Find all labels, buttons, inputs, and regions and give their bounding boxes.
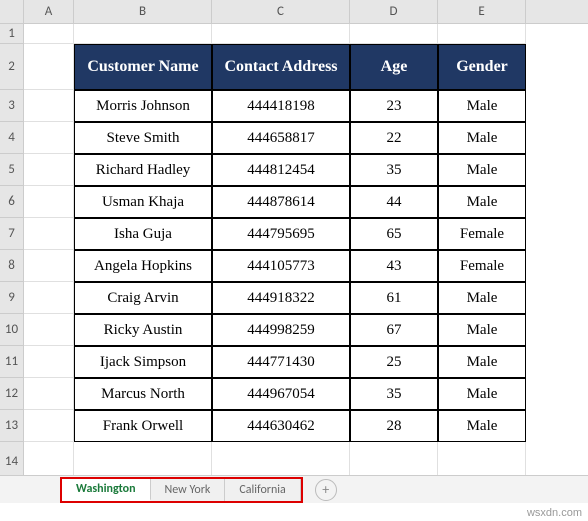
table-row[interactable]: 3 Morris Johnson 444418198 23 Male xyxy=(0,90,588,122)
row-header-8[interactable]: 8 xyxy=(0,250,24,282)
select-all-corner[interactable] xyxy=(0,0,24,23)
header-customer-name[interactable]: Customer Name xyxy=(74,44,212,90)
cell-contact[interactable]: 444418198 xyxy=(212,90,350,122)
row-1[interactable]: 1 xyxy=(0,24,588,44)
cell-age[interactable]: 61 xyxy=(350,282,438,314)
cell-age[interactable]: 25 xyxy=(350,346,438,378)
cell-contact[interactable]: 444998259 xyxy=(212,314,350,346)
cell-name[interactable]: Steve Smith xyxy=(74,122,212,154)
plus-icon: + xyxy=(322,481,329,498)
table-row[interactable]: 4 Steve Smith 444658817 22 Male xyxy=(0,122,588,154)
cell-gender[interactable]: Male xyxy=(438,378,526,410)
highlighted-tabs: Washington New York California xyxy=(60,477,303,503)
tab-california[interactable]: California xyxy=(225,479,300,501)
cell-gender[interactable]: Male xyxy=(438,90,526,122)
cell-gender[interactable]: Female xyxy=(438,250,526,282)
table-row[interactable]: 8 Angela Hopkins 444105773 43 Female xyxy=(0,250,588,282)
row-header-2[interactable]: 2 xyxy=(0,44,24,90)
header-gender[interactable]: Gender xyxy=(438,44,526,90)
header-age[interactable]: Age xyxy=(350,44,438,90)
cell-age[interactable]: 44 xyxy=(350,186,438,218)
cell-age[interactable]: 65 xyxy=(350,218,438,250)
sheet-tabs-bar: Washington New York California + xyxy=(0,475,588,503)
cell-contact[interactable]: 444878614 xyxy=(212,186,350,218)
cell-gender[interactable]: Male xyxy=(438,282,526,314)
row-header-12[interactable]: 12 xyxy=(0,378,24,410)
table-row[interactable]: 12 Marcus North 444967054 35 Male xyxy=(0,378,588,410)
cell-age[interactable]: 22 xyxy=(350,122,438,154)
cell-name[interactable]: Isha Guja xyxy=(74,218,212,250)
cell-gender[interactable]: Male xyxy=(438,122,526,154)
cell-contact[interactable]: 444918322 xyxy=(212,282,350,314)
spreadsheet-grid[interactable]: A B C D E 1 2 Customer Name Contact Addr… xyxy=(0,0,588,480)
row-header-5[interactable]: 5 xyxy=(0,154,24,186)
table-row[interactable]: 7 Isha Guja 444795695 65 Female xyxy=(0,218,588,250)
col-header-B[interactable]: B xyxy=(74,0,212,23)
table-row[interactable]: 10 Ricky Austin 444998259 67 Male xyxy=(0,314,588,346)
row-header-7[interactable]: 7 xyxy=(0,218,24,250)
row-header-11[interactable]: 11 xyxy=(0,346,24,378)
cell-gender[interactable]: Male xyxy=(438,186,526,218)
header-contact-address[interactable]: Contact Address xyxy=(212,44,350,90)
column-headers: A B C D E xyxy=(0,0,588,24)
col-header-C[interactable]: C xyxy=(212,0,350,23)
watermark: wsxdn.com xyxy=(527,507,582,519)
cell-contact[interactable]: 444105773 xyxy=(212,250,350,282)
cell-name[interactable]: Angela Hopkins xyxy=(74,250,212,282)
row-2[interactable]: 2 Customer Name Contact Address Age Gend… xyxy=(0,44,588,90)
cell-name[interactable]: Ricky Austin xyxy=(74,314,212,346)
table-row[interactable]: 5 Richard Hadley 444812454 35 Male xyxy=(0,154,588,186)
cell-age[interactable]: 35 xyxy=(350,378,438,410)
cell-gender[interactable]: Male xyxy=(438,346,526,378)
col-header-A[interactable]: A xyxy=(24,0,74,23)
row-header-1[interactable]: 1 xyxy=(0,24,24,44)
table-row[interactable]: 9 Craig Arvin 444918322 61 Male xyxy=(0,282,588,314)
row-header-6[interactable]: 6 xyxy=(0,186,24,218)
row-header-13[interactable]: 13 xyxy=(0,410,24,442)
cell-age[interactable]: 28 xyxy=(350,410,438,442)
cell-name[interactable]: Frank Orwell xyxy=(74,410,212,442)
new-sheet-button[interactable]: + xyxy=(315,479,337,501)
cell-gender[interactable]: Male xyxy=(438,314,526,346)
tab-new-york[interactable]: New York xyxy=(151,479,226,501)
cell-contact[interactable]: 444630462 xyxy=(212,410,350,442)
cell-contact[interactable]: 444795695 xyxy=(212,218,350,250)
table-row[interactable]: 6 Usman Khaja 444878614 44 Male xyxy=(0,186,588,218)
cell-name[interactable]: Usman Khaja xyxy=(74,186,212,218)
col-header-D[interactable]: D xyxy=(350,0,438,23)
tab-washington[interactable]: Washington xyxy=(62,479,151,501)
cell-age[interactable]: 67 xyxy=(350,314,438,346)
table-row[interactable]: 13 Frank Orwell 444630462 28 Male xyxy=(0,410,588,442)
cell-age[interactable]: 35 xyxy=(350,154,438,186)
row-header-9[interactable]: 9 xyxy=(0,282,24,314)
cell-age[interactable]: 23 xyxy=(350,90,438,122)
row-header-10[interactable]: 10 xyxy=(0,314,24,346)
cell-contact[interactable]: 444771430 xyxy=(212,346,350,378)
cell-contact[interactable]: 444967054 xyxy=(212,378,350,410)
cell-name[interactable]: Morris Johnson xyxy=(74,90,212,122)
cell-contact[interactable]: 444812454 xyxy=(212,154,350,186)
cell-age[interactable]: 43 xyxy=(350,250,438,282)
cell-gender[interactable]: Male xyxy=(438,154,526,186)
cell-name[interactable]: Richard Hadley xyxy=(74,154,212,186)
cell-gender[interactable]: Male xyxy=(438,410,526,442)
table-row[interactable]: 11 Ijack Simpson 444771430 25 Male xyxy=(0,346,588,378)
cell-gender[interactable]: Female xyxy=(438,218,526,250)
cell-name[interactable]: Craig Arvin xyxy=(74,282,212,314)
cell-contact[interactable]: 444658817 xyxy=(212,122,350,154)
cell-name[interactable]: Ijack Simpson xyxy=(74,346,212,378)
cell-name[interactable]: Marcus North xyxy=(74,378,212,410)
col-header-E[interactable]: E xyxy=(438,0,526,23)
row-header-4[interactable]: 4 xyxy=(0,122,24,154)
row-header-3[interactable]: 3 xyxy=(0,90,24,122)
